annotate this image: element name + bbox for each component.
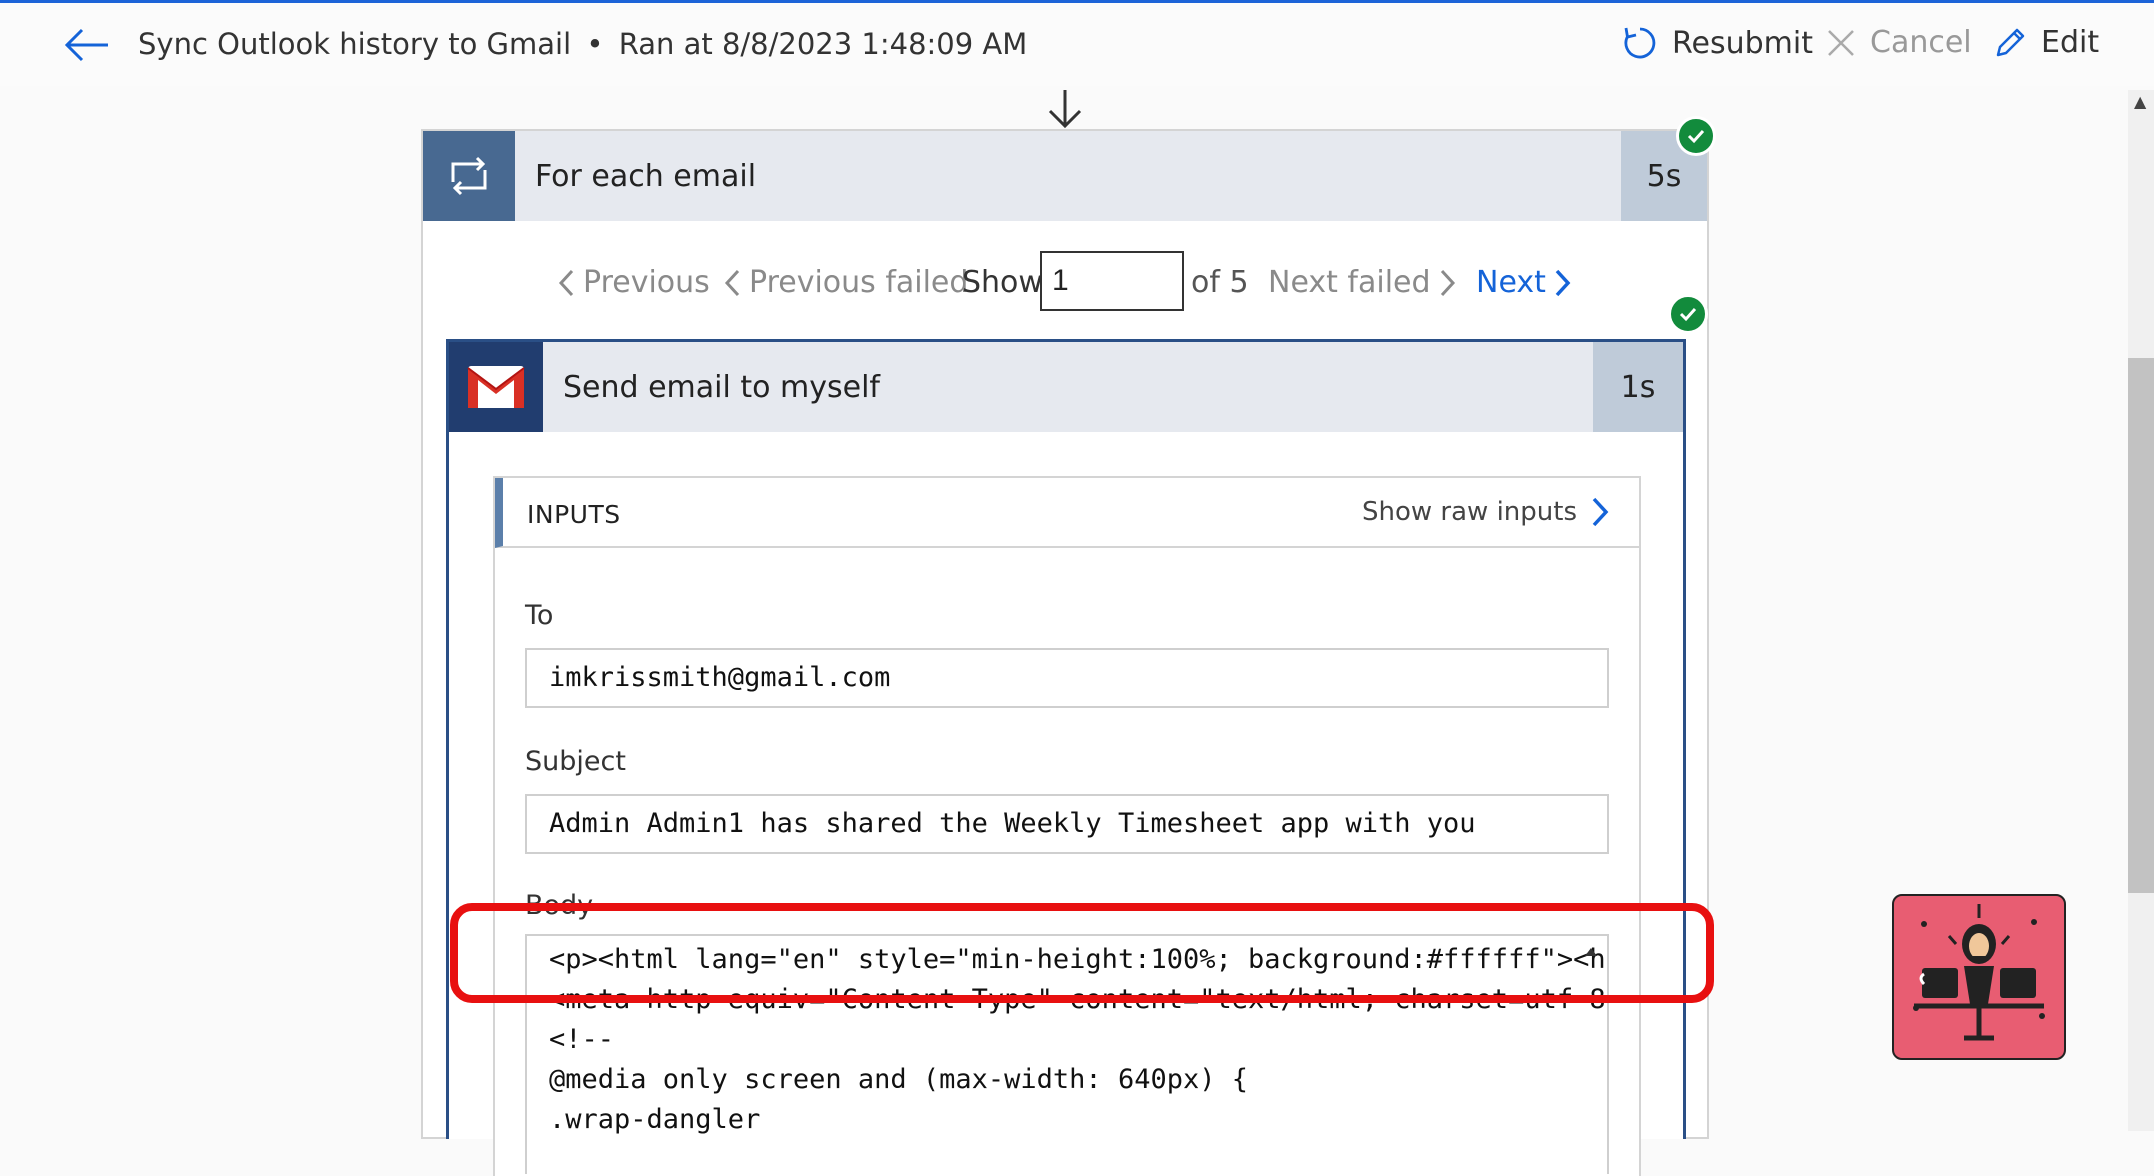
next-label: Next — [1476, 265, 1546, 300]
page-title: Sync Outlook history to Gmail • Ran at 8… — [138, 27, 1027, 61]
foreach-icon-box — [423, 131, 515, 221]
foreach-title: For each email — [535, 159, 757, 194]
action-duration: 1s — [1593, 342, 1683, 432]
body-line: <!-- — [549, 1024, 615, 1055]
iteration-input[interactable] — [1040, 251, 1184, 311]
back-button[interactable] — [62, 23, 112, 67]
scroll-up-arrow-icon[interactable]: ▲ — [2134, 92, 2146, 111]
next-failed-button[interactable]: Next failed — [1268, 265, 1465, 300]
refresh-icon — [1624, 27, 1656, 59]
subject-field[interactable]: Admin Admin1 has shared the Weekly Times… — [525, 794, 1609, 854]
pencil-icon — [1996, 28, 2025, 56]
previous-button[interactable]: Previous — [549, 265, 710, 300]
next-failed-label: Next failed — [1268, 265, 1431, 300]
previous-failed-button[interactable]: Previous failed — [715, 265, 968, 300]
edit-label: Edit — [2041, 25, 2100, 60]
character-icon — [1913, 904, 2045, 1041]
show-raw-inputs-label: Show raw inputs — [1362, 497, 1577, 527]
to-field[interactable]: imkrissmith@gmail.com — [525, 648, 1609, 708]
body-line: .wrap-dangler — [549, 1104, 761, 1135]
highlight-annotation — [450, 903, 1714, 1003]
inputs-card: INPUTS Show raw inputs To imkrissmith@gm… — [493, 476, 1641, 1176]
gmail-icon-box — [449, 342, 543, 432]
to-label: To — [525, 600, 554, 631]
previous-label: Previous — [583, 265, 710, 300]
action-title: Send email to myself — [563, 370, 880, 405]
action-header[interactable]: Send email to myself 1s — [449, 342, 1683, 432]
next-button[interactable]: Next — [1476, 265, 1580, 300]
resubmit-button[interactable]: Resubmit — [1622, 25, 1813, 61]
resubmit-label: Resubmit — [1672, 25, 1813, 61]
chevron-right-icon — [1555, 269, 1571, 296]
down-arrow-icon — [1048, 90, 1082, 129]
decorative-badge — [1892, 894, 2066, 1060]
run-timestamp: Ran at 8/8/2023 1:48:09 AM — [618, 27, 1028, 61]
show-raw-inputs-link[interactable]: Show raw inputs — [1362, 496, 1609, 528]
chevron-left-icon — [724, 269, 740, 296]
top-bar: Sync Outlook history to Gmail • Ran at 8… — [0, 0, 2154, 86]
close-icon — [1828, 29, 1854, 56]
inputs-header: INPUTS Show raw inputs — [495, 478, 1639, 548]
flow-name: Sync Outlook history to Gmail — [138, 27, 572, 61]
success-check-icon — [1676, 116, 1716, 156]
iteration-total: of 5 — [1191, 265, 1249, 300]
foreach-header[interactable]: For each email 5s — [423, 131, 1707, 221]
back-arrow-icon — [64, 28, 108, 62]
iteration-pager: Previous Previous failed Show of 5 Next … — [423, 251, 1707, 315]
scrollbar-thumb[interactable] — [2128, 358, 2154, 893]
edit-button[interactable]: Edit — [1993, 25, 2099, 60]
inputs-heading: INPUTS — [527, 500, 621, 529]
show-label: Show — [962, 265, 1043, 300]
body-line: @media only screen and (max-width: 640px… — [549, 1064, 1248, 1095]
cancel-button[interactable]: Cancel — [1826, 25, 1972, 60]
title-separator: • — [586, 27, 604, 61]
loop-icon — [451, 156, 487, 196]
chevron-right-icon — [1440, 269, 1455, 296]
success-check-icon — [1668, 294, 1708, 334]
subject-label: Subject — [525, 746, 626, 777]
chevron-right-icon — [1592, 497, 1609, 527]
chevron-left-icon — [558, 269, 574, 296]
gmail-icon — [467, 366, 525, 408]
previous-failed-label: Previous failed — [749, 265, 969, 300]
send-email-action: Send email to myself 1s INPUTS Show raw … — [446, 339, 1686, 1176]
cancel-label: Cancel — [1870, 25, 1972, 60]
